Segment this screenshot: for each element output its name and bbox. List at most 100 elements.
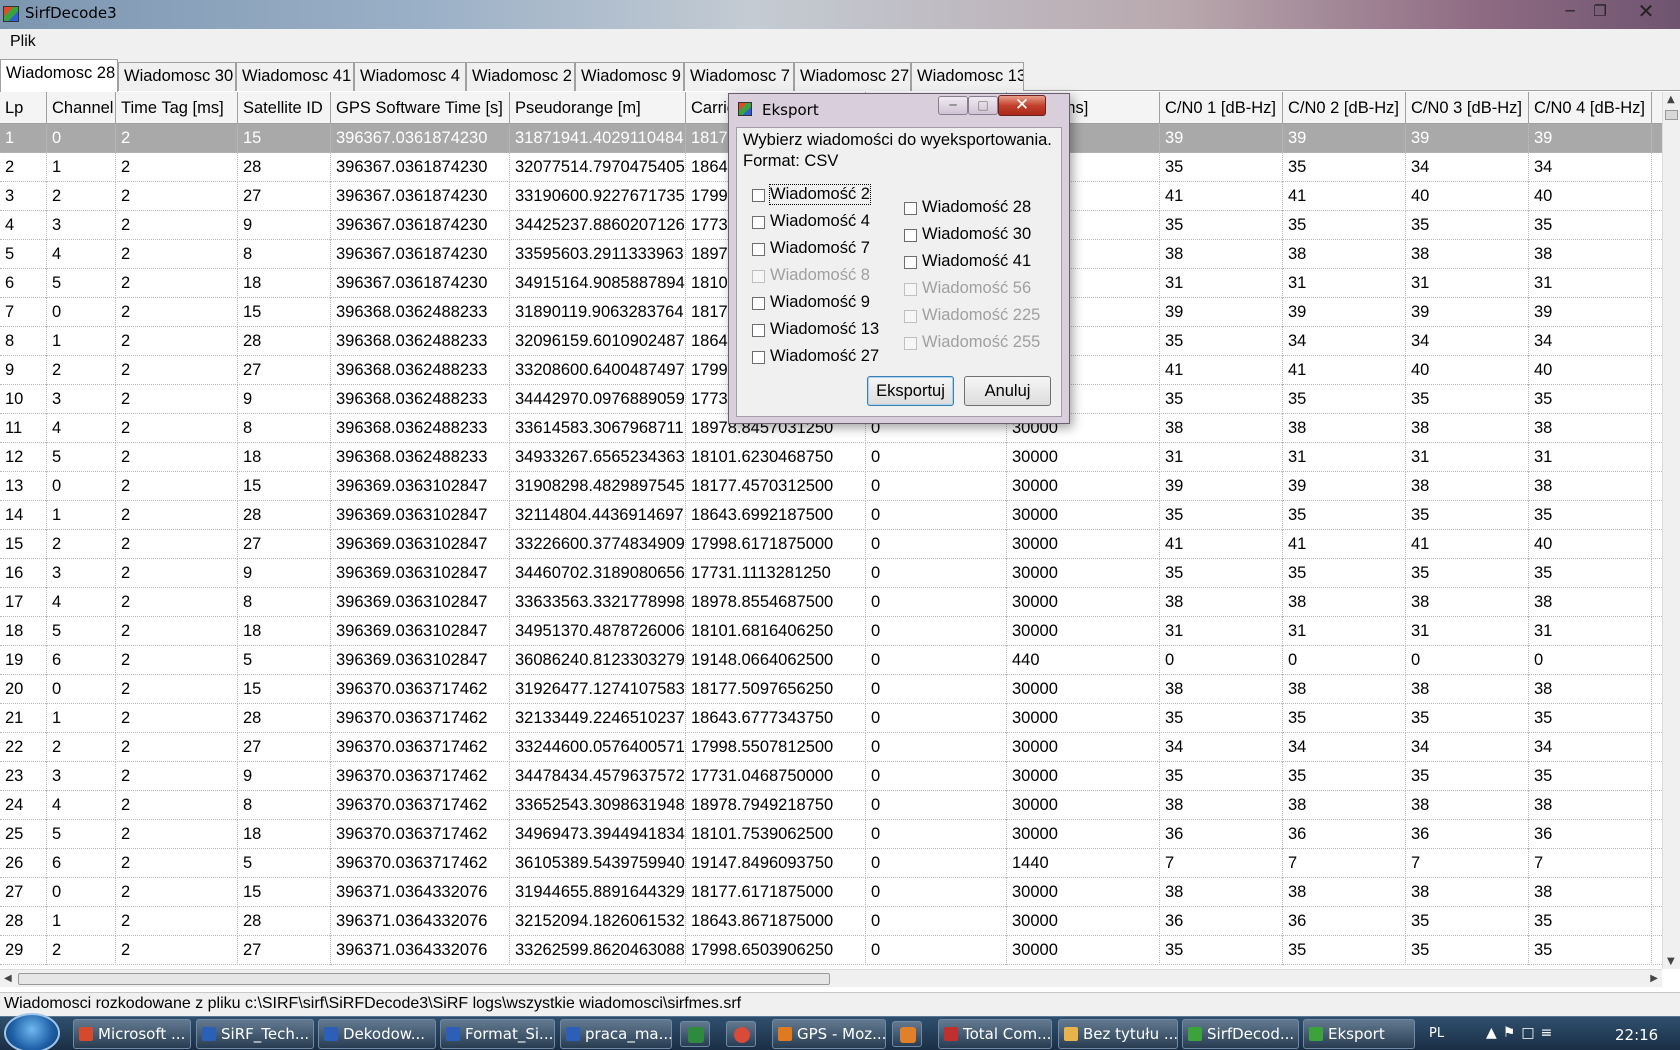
table-row[interactable]: 16 3 2 9 396369.0363102847 34460702.318908065… bbox=[0, 559, 1662, 588]
column-header[interactable]: C/N0 4 [dB-Hz] bbox=[1529, 92, 1652, 124]
table-cell: 396371.0364332076 bbox=[331, 878, 510, 907]
horizontal-scrollbar[interactable]: ◀ ▶ bbox=[0, 969, 1662, 987]
menu-file[interactable]: Plik bbox=[10, 33, 36, 51]
tab-wiadomosc-9[interactable]: Wiadomosc 9 bbox=[575, 62, 684, 91]
close-button[interactable]: ✕ bbox=[1626, 1, 1666, 23]
table-cell: 34442970.0976889059 bbox=[510, 385, 686, 414]
start-button[interactable] bbox=[4, 1013, 60, 1050]
vertical-scroll-thumb[interactable] bbox=[1665, 110, 1678, 120]
table-row[interactable]: 20 0 2 15 396370.0363717462 31926477.12741075… bbox=[0, 675, 1662, 704]
dialog-prompt: Wybierz wiadomości do wyeksportowania. bbox=[743, 131, 1052, 149]
scroll-up-icon[interactable]: ▲ bbox=[1667, 94, 1675, 105]
column-header[interactable]: GPS Software Time [s] bbox=[331, 92, 510, 124]
vertical-scrollbar[interactable]: ▲ ▼ bbox=[1662, 92, 1680, 969]
checkbox-box[interactable] bbox=[752, 297, 765, 310]
column-header[interactable]: Lp bbox=[0, 92, 47, 124]
minimize-button[interactable]: ─ bbox=[1556, 1, 1584, 23]
checkbox-box[interactable] bbox=[752, 216, 765, 229]
taskbar-button[interactable]: Total Com... bbox=[938, 1019, 1052, 1049]
table-row[interactable]: 27 0 2 15 396371.0364332076 31944655.88916443… bbox=[0, 878, 1662, 907]
table-row[interactable]: 15 2 2 27 396369.0363102847 33226600.37748349… bbox=[0, 530, 1662, 559]
table-cell: 29 bbox=[0, 936, 47, 965]
taskbar-button[interactable]: GPS - Moz... bbox=[772, 1019, 886, 1049]
column-header[interactable]: Time Tag [ms] bbox=[116, 92, 238, 124]
checkbox-box[interactable] bbox=[752, 324, 765, 337]
table-row[interactable]: 14 1 2 28 396369.0363102847 32114804.44369146… bbox=[0, 501, 1662, 530]
table-row[interactable]: 22 2 2 27 396370.0363717462 33244600.05764005… bbox=[0, 733, 1662, 762]
taskbar-button[interactable]: Bez tytułu ... bbox=[1058, 1019, 1178, 1049]
table-cell: 30000 bbox=[1007, 878, 1160, 907]
checkbox-box[interactable] bbox=[904, 256, 917, 269]
table-cell: 30000 bbox=[1007, 443, 1160, 472]
checkbox-box[interactable] bbox=[904, 229, 917, 242]
table-row[interactable]: 17 4 2 8 396369.0363102847 33633563.332177899… bbox=[0, 588, 1662, 617]
table-cell: 35 bbox=[1406, 501, 1529, 530]
tab-wiadomosc-30[interactable]: Wiadomosc 30 bbox=[118, 62, 236, 91]
table-row[interactable]: 28 1 2 28 396371.0364332076 32152094.18260615… bbox=[0, 907, 1662, 936]
maximize-button[interactable]: ❐ bbox=[1586, 1, 1614, 23]
table-cell: 4 bbox=[47, 791, 116, 820]
tab-wiadomosc-41[interactable]: Wiadomosc 41 bbox=[236, 62, 354, 91]
column-header[interactable]: Pseudorange [m] bbox=[510, 92, 686, 124]
table-cell: 396367.0361874230 bbox=[331, 153, 510, 182]
taskbar-button[interactable]: SirfDecod... bbox=[1182, 1019, 1299, 1049]
media-player-taskbar-button[interactable] bbox=[892, 1021, 922, 1047]
checkbox-box[interactable] bbox=[752, 189, 765, 202]
horizontal-scroll-thumb[interactable] bbox=[18, 973, 830, 985]
table-cell: 2 bbox=[47, 530, 116, 559]
table-cell: 5 bbox=[47, 617, 116, 646]
table-cell: 30000 bbox=[1007, 530, 1160, 559]
clock[interactable]: 22:16 bbox=[1615, 1026, 1658, 1044]
table-cell: 38 bbox=[1529, 588, 1652, 617]
column-header[interactable]: C/N0 2 [dB-Hz] bbox=[1283, 92, 1406, 124]
table-cell: 18101.6816406250 bbox=[686, 617, 866, 646]
table-row[interactable]: 18 5 2 18 396369.0363102847 34951370.48787260… bbox=[0, 617, 1662, 646]
taskbar-button[interactable]: praca_ma... bbox=[560, 1019, 672, 1049]
cancel-button[interactable]: Anuluj bbox=[964, 376, 1051, 406]
scroll-right-icon[interactable]: ▶ bbox=[1650, 973, 1658, 984]
checkbox-box[interactable] bbox=[752, 243, 765, 256]
taskbar-button[interactable]: Format_Si... bbox=[440, 1019, 555, 1049]
taskbar-button[interactable]: Dekodow... bbox=[318, 1019, 436, 1049]
tab-wiadomosc-2[interactable]: Wiadomosc 2 bbox=[466, 62, 575, 91]
taskbar-button[interactable]: Microsoft ... bbox=[73, 1019, 191, 1049]
scroll-left-icon[interactable]: ◀ bbox=[4, 973, 12, 984]
taskbar-button[interactable]: SiRF_Tech... bbox=[196, 1019, 314, 1049]
tab-wiadomosc-13[interactable]: Wiadomosc 13 bbox=[911, 62, 1024, 91]
table-row[interactable]: 29 2 2 27 396371.0364332076 33262599.86204630… bbox=[0, 936, 1662, 965]
table-cell: 33614583.3067968711 bbox=[510, 414, 686, 443]
table-row[interactable]: 23 3 2 9 396370.0363717462 34478434.457963757… bbox=[0, 762, 1662, 791]
table-row[interactable]: 12 5 2 18 396368.0362488233 34933267.65652343… bbox=[0, 443, 1662, 472]
column-header[interactable]: Channel bbox=[47, 92, 116, 124]
chrome-taskbar-button[interactable] bbox=[726, 1021, 756, 1047]
column-header[interactable]: C/N0 1 [dB-Hz] bbox=[1160, 92, 1283, 124]
scroll-down-icon[interactable]: ▼ bbox=[1667, 956, 1675, 967]
table-row[interactable]: 13 0 2 15 396369.0363102847 31908298.48298975… bbox=[0, 472, 1662, 501]
system-tray-icons[interactable]: ▲⚑□≡ bbox=[1486, 1025, 1558, 1041]
dialog-title-bar[interactable]: Eksport ─ □ ✕ bbox=[729, 94, 1069, 122]
tab-wiadomosc-4[interactable]: Wiadomosc 4 bbox=[354, 62, 466, 91]
table-row[interactable]: 25 5 2 18 396370.0363717462 34969473.39449418… bbox=[0, 820, 1662, 849]
table-cell: 34478434.4579637572 bbox=[510, 762, 686, 791]
excel-taskbar-button[interactable] bbox=[680, 1021, 710, 1047]
table-cell: 396368.0362488233 bbox=[331, 298, 510, 327]
column-header[interactable]: C/N0 3 [dB-Hz] bbox=[1406, 92, 1529, 124]
column-header[interactable]: Satellite ID bbox=[238, 92, 331, 124]
checkbox-box[interactable] bbox=[904, 202, 917, 215]
export-button[interactable]: Eksportuj bbox=[867, 376, 954, 406]
tab-wiadomosc-7[interactable]: Wiadomosc 7 bbox=[684, 62, 794, 91]
table-row[interactable]: 24 4 2 8 396370.0363717462 33652543.309863194… bbox=[0, 791, 1662, 820]
table-row[interactable]: 26 6 2 5 396370.0363717462 36105389.543975994… bbox=[0, 849, 1662, 878]
dialog-maximize-button[interactable]: □ bbox=[968, 96, 998, 115]
tab-wiadomosc-28[interactable]: Wiadomosc 28 bbox=[0, 59, 118, 92]
dialog-minimize-button[interactable]: ─ bbox=[938, 96, 968, 115]
table-row[interactable]: 19 6 2 5 396369.0363102847 36086240.812330327… bbox=[0, 646, 1662, 675]
table-cell: 0 bbox=[866, 704, 1007, 733]
tab-wiadomosc-27[interactable]: Wiadomosc 27 bbox=[794, 62, 911, 91]
dialog-close-button[interactable]: ✕ bbox=[998, 95, 1046, 116]
language-indicator[interactable]: PL bbox=[1429, 1026, 1444, 1041]
table-row[interactable]: 21 1 2 28 396370.0363717462 32133449.22465102… bbox=[0, 704, 1662, 733]
taskbar-button[interactable]: Eksport bbox=[1303, 1019, 1415, 1049]
table-cell: 2 bbox=[47, 182, 116, 211]
checkbox-box[interactable] bbox=[752, 351, 765, 364]
